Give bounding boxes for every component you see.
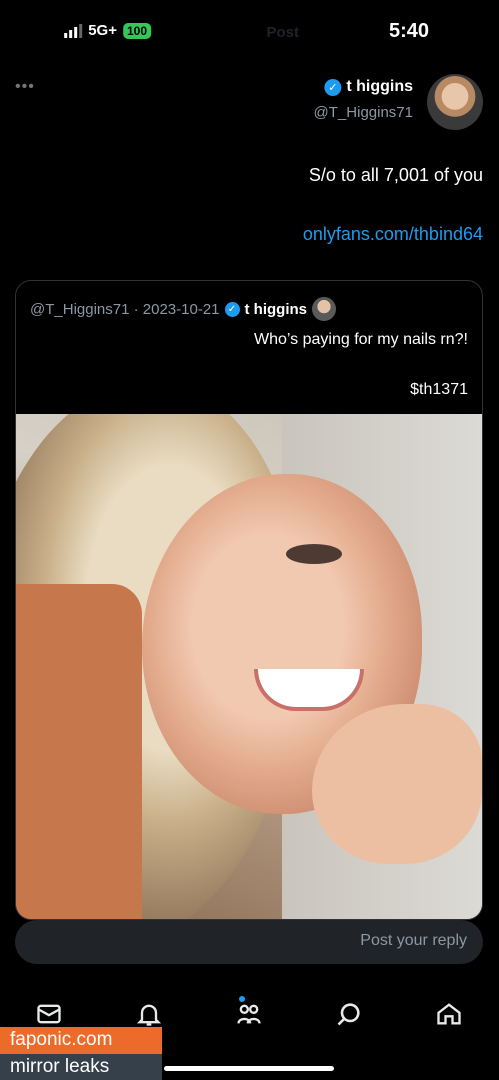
quoted-post-photo[interactable] [15,414,482,920]
quoted-post-cashtag: $th1371 [410,381,468,398]
status-indicators: 5G+ 100 [64,22,151,39]
home-indicator[interactable] [164,1066,334,1071]
quoted-post[interactable]: @T_Higgins71 · 2023-10-21 ✓ t higgins Wh… [15,280,483,920]
signal-icon [64,23,83,38]
photo-top [15,584,142,920]
quoted-post-author: t higgins [244,300,308,318]
quoted-post-text: Who’s paying for my nails rn?! [253,331,468,348]
battery-icon: 100 [122,22,151,39]
status-bar: 5:40 5G+ 100 Post [0,0,499,62]
notification-dot [239,996,245,1002]
quoted-post-header: @T_Higgins71 · 2023-10-21 ✓ t higgins [30,297,336,321]
search-icon [337,1003,360,1026]
post-link[interactable]: onlyfans.com/thbind64 [303,224,483,245]
quoted-post-meta: @T_Higgins71 · 2023-10-21 [30,300,220,318]
quoted-post-avatar [312,297,336,321]
tab-home[interactable] [425,990,473,1038]
post-text: S/o to all 7,001 of you [308,165,483,185]
header-title: Post [266,24,299,41]
tab-communities[interactable] [225,990,273,1038]
mail-icon [37,1004,61,1024]
avatar[interactable] [427,74,483,130]
photo-eye [286,544,342,564]
tab-search[interactable] [325,990,373,1038]
watermark-tagline: mirror leaks [0,1054,162,1080]
status-time: 5:40 [388,20,429,42]
author-name-row[interactable]: ✓ t higgins [324,78,413,96]
verified-badge-icon: ✓ [224,301,240,317]
reply-bar[interactable]: Post your reply [15,920,483,964]
post-screen: 5:40 5G+ 100 Post ✓ t higgins @T_Higgins… [0,0,499,1080]
communities-icon [237,1004,261,1024]
bell-icon [136,1004,162,1026]
watermark-site: faponic.com [0,1027,162,1054]
verified-badge-icon: ✓ [324,78,342,96]
author-handle[interactable]: @T_Higgins71 [314,104,413,121]
author-display-name[interactable]: t higgins [346,78,413,96]
more-options-icon[interactable]: ••• [14,78,34,96]
reply-input[interactable]: Post your reply [360,932,467,950]
network-type: 5G+ [88,22,117,39]
home-icon [437,1003,461,1025]
watermark: faponic.com mirror leaks [0,1027,162,1080]
